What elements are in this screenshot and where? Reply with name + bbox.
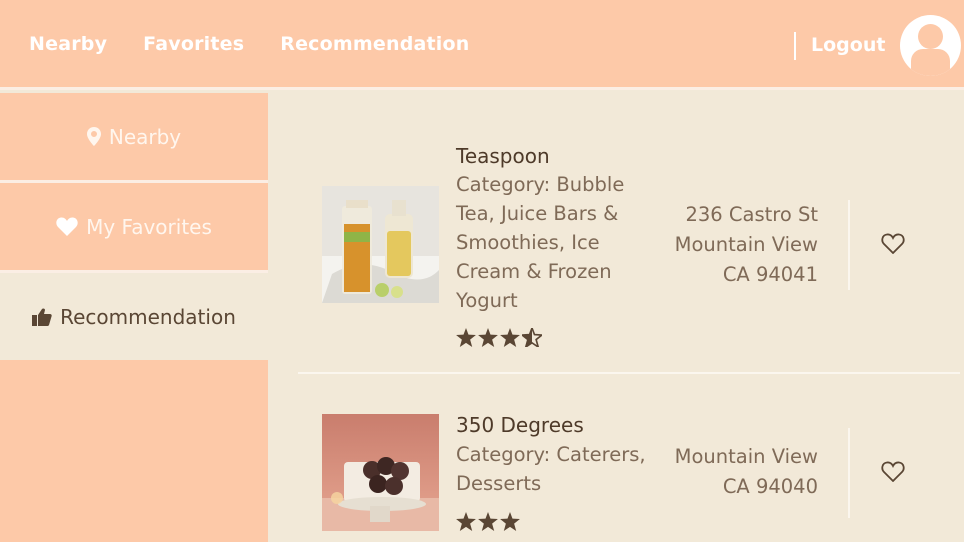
sidebar-item-label: Recommendation — [60, 304, 236, 329]
star-half-icon — [522, 328, 542, 347]
top-nav-bar: Nearby Favorites Recommendation Logout — [0, 0, 964, 90]
card-divider — [848, 200, 850, 290]
address-line: 236 Castro St — [685, 203, 818, 226]
star-icon — [500, 512, 520, 531]
map-pin-icon — [86, 127, 101, 146]
nav-favorites-link[interactable]: Favorites — [143, 33, 244, 55]
star-icon — [478, 512, 498, 531]
heart-icon — [56, 217, 78, 236]
logout-button[interactable]: Logout — [811, 34, 885, 56]
restaurant-name[interactable]: 350 Degrees — [456, 413, 584, 437]
nav-nearby-link[interactable]: Nearby — [29, 33, 107, 55]
restaurant-photo — [322, 186, 439, 303]
nav-recommendation-link[interactable]: Recommendation — [280, 33, 469, 55]
sidebar: Nearby My Favorites Recommendation — [0, 93, 268, 542]
star-icon — [456, 328, 476, 347]
thumbs-up-icon — [32, 307, 52, 326]
list-item[interactable]: Teaspoon Category: Bubble Tea, Juice Bar… — [298, 140, 960, 370]
star-icon — [500, 328, 520, 347]
restaurant-photo — [322, 414, 439, 531]
top-nav: Nearby Favorites Recommendation — [29, 33, 470, 55]
list-item[interactable]: 350 Degrees Category: Caterers, Desserts… — [298, 374, 960, 542]
favorite-heart-icon[interactable] — [881, 461, 905, 486]
favorite-heart-icon[interactable] — [881, 233, 905, 258]
sidebar-item-recommendation[interactable]: Recommendation — [0, 273, 268, 360]
address-line: CA 94041 — [722, 263, 818, 286]
restaurant-address: Mountain View CA 94040 — [654, 442, 818, 502]
sidebar-item-label: My Favorites — [86, 214, 212, 239]
sidebar-item-label: Nearby — [108, 124, 182, 149]
restaurant-address: 236 Castro St Mountain View CA 94041 — [654, 200, 818, 290]
user-avatar-icon[interactable] — [900, 15, 961, 76]
restaurant-category: Category: Bubble Tea, Juice Bars & Smoot… — [456, 173, 625, 312]
address-line: CA 94040 — [722, 475, 818, 498]
sidebar-item-my-favorites[interactable]: My Favorites — [0, 183, 268, 270]
address-line: Mountain View — [674, 233, 818, 256]
star-icon — [456, 512, 476, 531]
card-divider — [848, 428, 850, 518]
nav-divider — [794, 32, 796, 60]
rating-stars — [456, 512, 520, 531]
rating-stars — [456, 328, 542, 347]
sidebar-item-nearby[interactable]: Nearby — [0, 93, 268, 180]
restaurant-name[interactable]: Teaspoon — [456, 144, 550, 168]
address-line: Mountain View — [674, 445, 818, 468]
star-icon — [478, 328, 498, 347]
restaurant-category: Category: Caterers, Desserts — [456, 443, 646, 495]
